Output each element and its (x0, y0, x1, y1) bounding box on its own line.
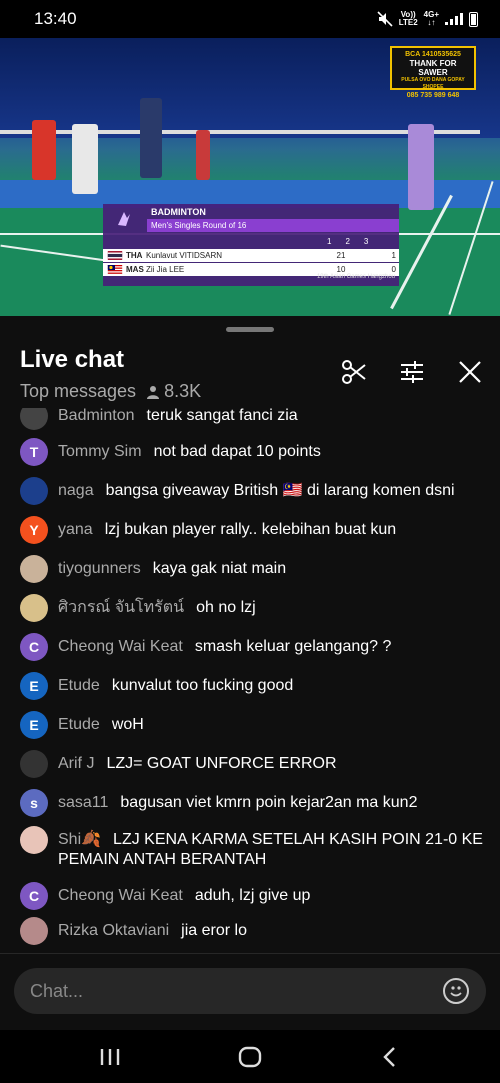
message-text: not bad dapat 10 points (153, 443, 321, 460)
message-author[interactable]: sasa11 (58, 794, 108, 811)
back-icon[interactable] (377, 1044, 403, 1070)
message-text: smash keluar gelangang? ? (194, 638, 392, 655)
chat-message: Y yana lzj bukan player rally.. kelebihan… (0, 516, 500, 544)
chat-message: E Etude woH (0, 711, 500, 739)
chat-message: T Tommy Sim not bad dapat 10 points (0, 438, 500, 466)
home-icon[interactable] (237, 1044, 263, 1070)
message-author[interactable]: Badminton (58, 408, 135, 424)
asian-games-logo (103, 204, 145, 234)
message-author[interactable]: Cheong Wai Keat (58, 638, 183, 655)
message-author[interactable]: Etude (58, 716, 100, 733)
network-type: 4G+ ↓↑ (423, 10, 439, 27)
avatar[interactable] (20, 750, 48, 778)
avatar[interactable] (20, 555, 48, 583)
message-text: LZJ= GOAT UNFORCE ERROR (106, 755, 337, 772)
avatar[interactable] (20, 408, 48, 430)
signal-icon (445, 13, 463, 25)
malaysia-flag-icon (107, 265, 123, 274)
message-text: aduh, lzj give up (194, 887, 311, 904)
avatar[interactable]: E (20, 711, 48, 739)
person-figure (72, 124, 98, 194)
network-label: Vo)) LTE2 (398, 10, 418, 27)
message-author[interactable]: ศิวกรณ์ จันโทรัตน์ (58, 599, 184, 616)
person-figure (196, 130, 210, 180)
scoreboard-footer: 19th Asian Games Hangzhou (316, 274, 395, 280)
thailand-flag-icon (107, 251, 123, 260)
person-icon (147, 385, 160, 399)
avatar[interactable]: C (20, 882, 48, 910)
battery-icon (469, 11, 478, 27)
message-text: bangsa giveaway British 🇲🇾 di larang kom… (105, 482, 455, 499)
chat-message: C Cheong Wai Keat smash keluar gelangang?… (0, 633, 500, 661)
message-text: kaya gak niat main (152, 560, 287, 577)
umpire-figure (140, 98, 162, 178)
message-text: bagusan viet kmrn poin kejar2an ma kun2 (120, 794, 418, 811)
chat-message: Arif J LZJ= GOAT UNFORCE ERROR (0, 750, 500, 778)
message-text: kunvalut too fucking good (111, 677, 294, 694)
chat-mode-label: Top messages (20, 381, 137, 401)
recents-icon[interactable] (97, 1044, 123, 1070)
avatar[interactable]: T (20, 438, 48, 466)
avatar[interactable]: Y (20, 516, 48, 544)
message-author[interactable]: Tommy Sim (58, 443, 142, 460)
player-figure (408, 124, 434, 210)
status-time: 13:40 (34, 9, 77, 28)
chat-message: Rizka Oktaviani jia eror lo (0, 917, 500, 945)
mute-icon (377, 11, 393, 27)
message-author[interactable]: Shi🍂 (58, 831, 101, 848)
message-author[interactable]: Cheong Wai Keat (58, 887, 183, 904)
avatar[interactable]: E (20, 672, 48, 700)
chat-message: Badminton teruk sangat fanci zia (0, 408, 500, 430)
avatar[interactable]: s (20, 789, 48, 817)
chat-message: E Etude kunvalut too fucking good (0, 672, 500, 700)
person-figure (32, 120, 56, 180)
chat-message: ศิวกรณ์ จันโทรัตน์ oh no lzj (0, 594, 500, 622)
scoreboard: BADMINTON Men's Singles Round of 16 1 2 … (103, 204, 399, 286)
scoreboard-row: THA Kunlavut VITIDSARN 21 1 (103, 249, 399, 262)
message-text: woH (111, 716, 144, 733)
chat-mode-selector[interactable]: Top messages 8.3K (20, 381, 201, 402)
chat-message: tiyogunners kaya gak niat main (0, 555, 500, 583)
message-text: jia eror lo (181, 922, 247, 939)
chat-message: C Cheong Wai Keat aduh, lzj give up (0, 882, 500, 910)
message-text: lzj bukan player rally.. kelebihan buat … (104, 521, 397, 538)
message-author[interactable]: Rizka Oktaviani (58, 922, 169, 939)
avatar[interactable]: C (20, 633, 48, 661)
viewer-count: 8.3K (146, 381, 201, 402)
message-author[interactable]: Arif J (58, 755, 94, 772)
scoreboard-sport: BADMINTON (151, 207, 206, 217)
chat-message: Shi🍂 LZJ KENA KARMA SETELAH KASIH POIN 21… (0, 826, 500, 870)
avatar[interactable] (20, 477, 48, 505)
scoreboard-event: Men's Singles Round of 16 (147, 219, 399, 232)
avatar[interactable] (20, 917, 48, 945)
sponsor-overlay: BCA 1410535625 THANK FOR SAWER PULSA OVO… (390, 46, 476, 99)
scoreboard-set-headers: 1 2 3 (327, 237, 369, 246)
chat-message: s sasa11 bagusan viet kmrn poin kejar2an … (0, 789, 500, 817)
avatar[interactable] (20, 826, 48, 854)
message-author[interactable]: tiyogunners (58, 560, 141, 577)
message-author[interactable]: Etude (58, 677, 100, 694)
message-text: oh no lzj (196, 599, 256, 616)
message-text: LZJ KENA KARMA SETELAH KASIH POIN 21-0 K… (58, 831, 483, 868)
status-icons: Vo)) LTE2 4G+ ↓↑ (377, 11, 478, 27)
close-icon[interactable] (456, 358, 484, 386)
drag-handle[interactable] (226, 327, 274, 332)
message-author[interactable]: yana (58, 521, 93, 538)
message-text: teruk sangat fanci zia (146, 408, 298, 424)
avatar[interactable] (20, 594, 48, 622)
sliders-icon[interactable] (398, 358, 426, 386)
chat-message-list[interactable]: Badminton teruk sangat fanci zia T Tommy … (0, 408, 500, 953)
video-player[interactable]: BCA 1410535625 THANK FOR SAWER PULSA OVO… (0, 38, 500, 316)
status-bar: 13:40 Vo)) LTE2 4G+ ↓↑ (0, 0, 500, 38)
chat-input-bar (0, 953, 500, 1030)
system-nav-bar (0, 1030, 500, 1083)
chat-message: naga bangsa giveaway British 🇲🇾 di larang… (0, 477, 500, 505)
scissors-icon[interactable] (340, 358, 368, 386)
chat-title: Live chat (20, 346, 125, 373)
message-author[interactable]: naga (58, 482, 94, 499)
chat-input[interactable] (14, 968, 486, 1014)
emoji-icon[interactable] (443, 978, 469, 1004)
